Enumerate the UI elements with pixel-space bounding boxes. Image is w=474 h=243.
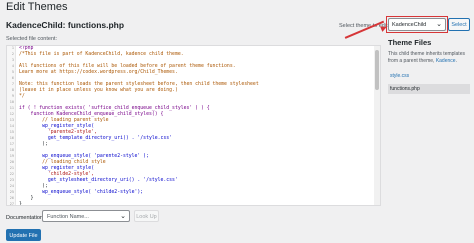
- line-number: 27: [9, 202, 14, 206]
- theme-files-description: This child theme inherits templates from…: [388, 51, 470, 64]
- page-title: Edit Themes: [6, 1, 68, 13]
- code-editor[interactable]: 1 2 3 4 5 6 7 8 9 10 11 12 13 14 15 16 17 18 19 20 21 22 23 24 2…: [6, 45, 381, 206]
- code-line[interactable]: }: [19, 202, 259, 205]
- file-link-style-css[interactable]: style.css: [388, 71, 470, 81]
- line-number-gutter: 1 2 3 4 5 6 7 8 9 10 11 12 13 14 15 16 17 18 19 20 21 22 23 24 2…: [7, 46, 16, 205]
- editor-scrollbar[interactable]: [374, 46, 380, 205]
- scrollbar-thumb[interactable]: [375, 50, 379, 90]
- description-end: .: [455, 57, 457, 64]
- update-file-button[interactable]: Update File: [6, 229, 41, 241]
- chevron-down-icon: ⌄: [120, 213, 126, 220]
- annotation-highlight-box: [386, 16, 448, 33]
- theme-files-heading: Theme Files: [388, 38, 432, 47]
- documentation-label: Documentation:: [6, 215, 45, 221]
- function-name-placeholder: Function Name...: [47, 214, 89, 220]
- select-theme-button[interactable]: Select: [448, 18, 470, 31]
- file-link-functions-php[interactable]: functions.php: [388, 84, 470, 94]
- code-content[interactable]: <?php/*This file is part of KadenceChild…: [19, 46, 259, 205]
- selected-file-label: Selected file content:: [6, 36, 58, 42]
- lookup-button[interactable]: Look Up: [134, 210, 159, 222]
- file-title: KadenceChild: functions.php: [6, 20, 125, 30]
- parent-theme-link[interactable]: Kadence: [436, 58, 456, 64]
- function-name-select[interactable]: Function Name... ⌄: [42, 210, 130, 222]
- theme-files-panel: Theme Files This child theme inherits te…: [388, 38, 470, 94]
